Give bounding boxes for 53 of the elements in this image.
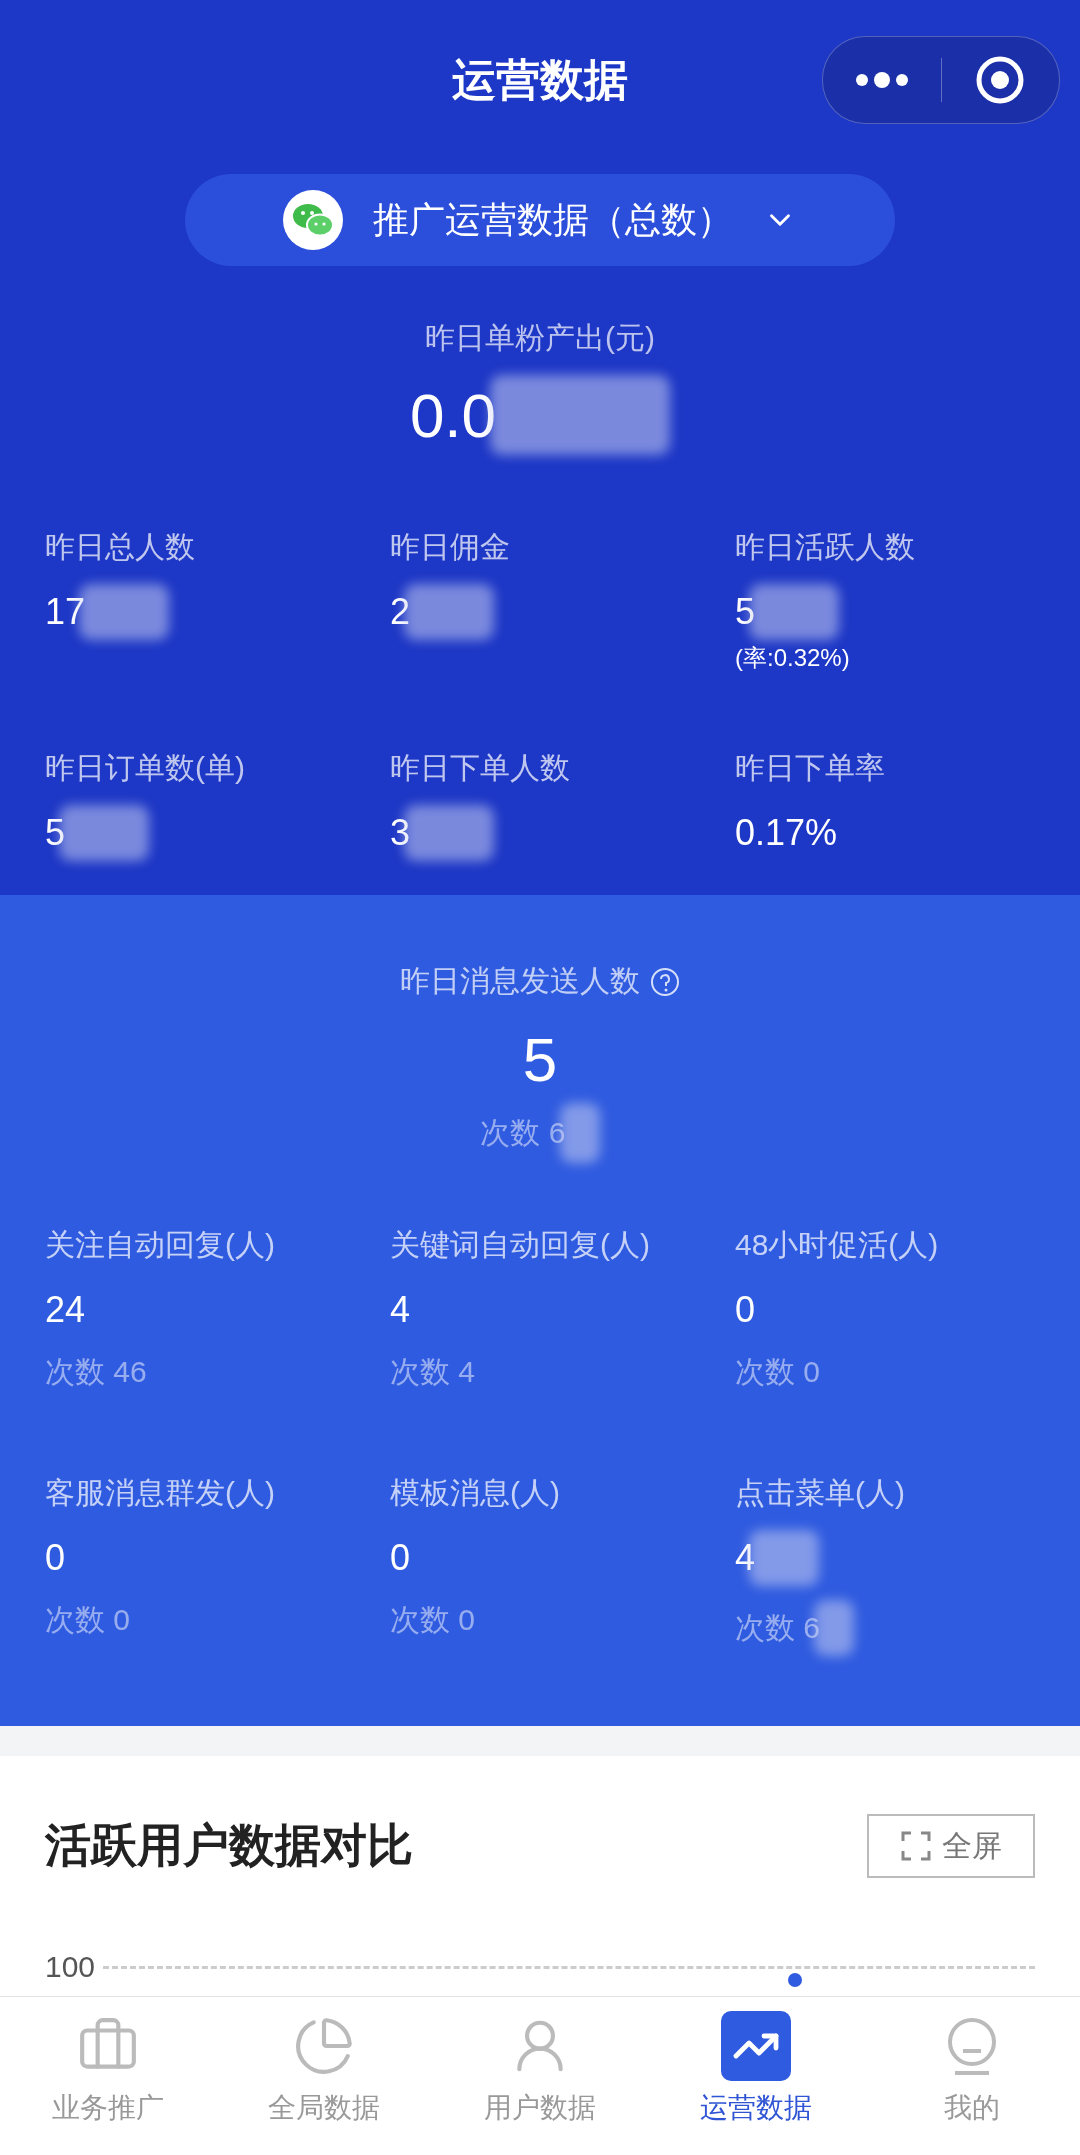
stat-label: 模板消息(人) <box>390 1475 561 1511</box>
stat-label: 昨日下单率 <box>735 750 886 786</box>
metric-value: 0.0 <box>409 379 497 451</box>
stat-label: 关键词自动回复(人) <box>390 1227 651 1263</box>
stat-value: 3 <box>390 812 411 854</box>
nav-tab[interactable]: 我的 <box>864 1997 1080 2155</box>
stat-label: 客服消息群发(人) <box>45 1475 276 1511</box>
count-text: 次数 46 <box>45 1354 147 1390</box>
count-text: 次数 6 <box>480 1114 566 1151</box>
stat-value: 0 <box>390 1537 411 1579</box>
metric-value: 5 <box>522 1024 558 1095</box>
help-icon <box>650 966 680 997</box>
stat-value: 0.17% <box>735 812 838 854</box>
more-icon <box>853 72 910 88</box>
pie-chart-icon <box>293 2015 355 2077</box>
fullscreen-button[interactable]: 全屏 <box>867 1814 1035 1878</box>
stat-label: 昨日活跃人数 <box>735 529 916 565</box>
stat-value: 5 <box>45 812 66 854</box>
stat-value: 4 <box>390 1289 411 1331</box>
nav-tab[interactable]: 业务推广 <box>0 1997 216 2155</box>
count-text: 次数 6 <box>735 1609 821 1646</box>
chat-bubbles-icon <box>283 190 343 250</box>
stat-value: 24 <box>45 1289 86 1331</box>
axis-label: 100 <box>45 1950 96 1984</box>
stat-note: (率:0.32%) <box>735 643 851 673</box>
count-text: 次数 0 <box>390 1602 476 1638</box>
data-selector[interactable]: 推广运营数据（总数） <box>185 174 895 266</box>
count-text: 次数 4 <box>390 1354 476 1390</box>
stat-label: 关注自动回复(人) <box>45 1227 276 1263</box>
card-title: 活跃用户数据对比 <box>45 1818 413 1873</box>
metric-label: 昨日消息发送人数 <box>400 963 640 999</box>
count-text: 次数 0 <box>735 1354 821 1390</box>
stat-value: 0 <box>735 1289 756 1331</box>
count-text: 次数 0 <box>45 1602 131 1638</box>
stat-label: 昨日下单人数 <box>390 750 571 786</box>
fullscreen-icon <box>900 1830 932 1862</box>
stat-label: 昨日总人数 <box>45 529 196 565</box>
stat-label: 昨日订单数(单) <box>45 750 246 786</box>
data-point <box>788 1972 803 1987</box>
stat-value: 4 <box>735 1537 756 1579</box>
target-icon <box>975 55 1026 105</box>
stat-value: 0 <box>45 1537 66 1579</box>
page-title: 运营数据 <box>452 53 628 106</box>
stat-value: 5 <box>735 591 756 633</box>
stat-label: 昨日佣金 <box>390 529 511 565</box>
nav-tab[interactable]: 用户数据 <box>432 1997 648 2155</box>
stat-label: 点击菜单(人) <box>735 1475 906 1511</box>
stat-label: 48小时促活(人) <box>735 1227 940 1263</box>
stat-value: 17 <box>45 591 86 633</box>
nav-tab[interactable]: 全局数据 <box>216 1997 432 2155</box>
nav-tab[interactable]: 运营数据 <box>648 1997 864 2155</box>
metric-label: 昨日单粉产出(元) <box>425 320 655 356</box>
stat-value: 2 <box>390 591 411 633</box>
